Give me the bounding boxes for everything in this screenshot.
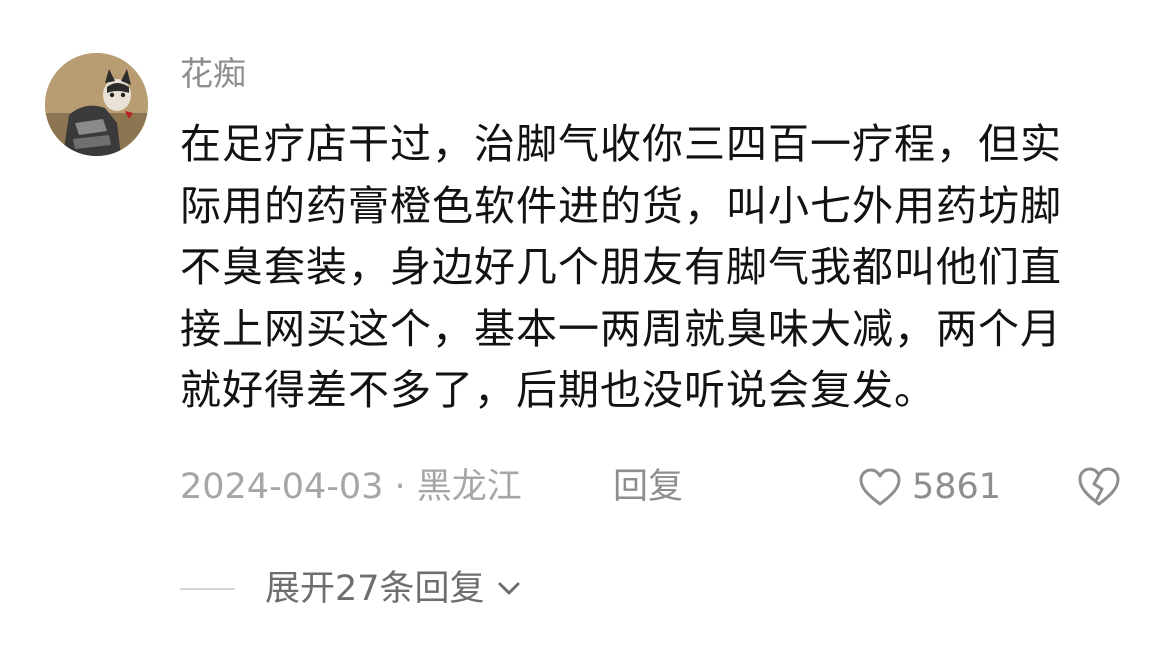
comment-item: 花痴 在足疗店干过，治脚气收你三四百一疗程，但实 际用的药膏橙色软件进的货，叫小七… [0, 0, 1169, 669]
avatar[interactable] [45, 53, 148, 156]
comment-line: 在足疗店干过，治脚气收你三四百一疗程，但实 [180, 120, 1062, 168]
like-button[interactable]: 5861 [858, 463, 1001, 511]
expand-replies-label: 展开27条回复 [265, 569, 485, 609]
username[interactable]: 花痴 [180, 52, 246, 96]
avatar-cat-icon [45, 53, 148, 156]
heart-outline-icon [859, 468, 901, 506]
comment-line: 就好得差不多了，后期也没听说会复发。 [180, 366, 936, 414]
comment-line: 际用的药膏橙色软件进的货，叫小七外用药坊脚 [180, 181, 1062, 230]
comment-text: 在足疗店干过，治脚气收你三四百一疗程，但实 际用的药膏橙色软件进的货，叫小七外用药… [180, 114, 1140, 422]
chevron-down-icon [497, 581, 521, 597]
comment-meta: 2024-04-03 · 黑龙江 回复 5861 [180, 463, 1140, 511]
date-location: 2024-04-03 · 黑龙江 [180, 467, 522, 507]
dislike-button[interactable] [1077, 465, 1121, 513]
broken-heart-icon [1078, 467, 1120, 506]
comment-line: 接上网买这个，基本一两周就臭味大减，两个月 [180, 304, 1062, 353]
comment-line: 不臭套装，身边好几个朋友有脚气我都叫他们直 [180, 243, 1062, 291]
reply-button[interactable]: 回复 [613, 463, 683, 511]
like-count: 5861 [912, 467, 1002, 507]
divider [180, 588, 235, 590]
expand-replies-button[interactable]: 展开27条回复 [180, 563, 521, 615]
